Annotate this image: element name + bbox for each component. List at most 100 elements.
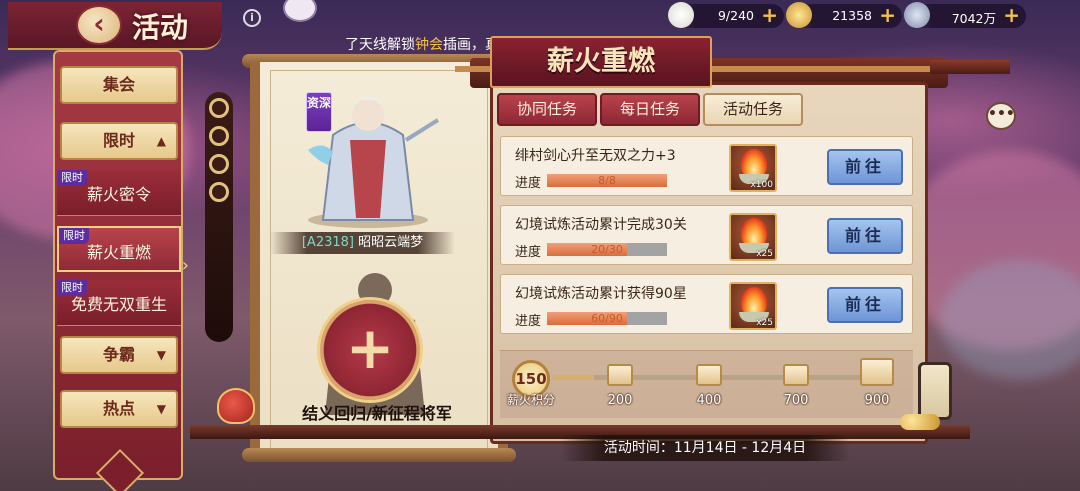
nav-label: 争霸	[102, 345, 135, 364]
task-row: 幻境试炼活动累计获得90星 进度 60/90 x25 前往	[500, 274, 913, 334]
task-row: 绯村剑心升至无双之力+3 进度 8/8 x100 前往	[500, 136, 913, 196]
chevron-down-icon: ▼	[156, 348, 166, 362]
mist-right	[940, 260, 1080, 380]
general-code: [A2318]	[301, 235, 354, 250]
nav-sub-label: 免费无双重生	[70, 295, 167, 314]
milestone-chest-icon[interactable]	[696, 364, 722, 386]
nav-hot[interactable]: 热点 ▼	[60, 390, 178, 428]
reward-item[interactable]: x100	[729, 144, 777, 192]
progress-label: 进度	[515, 176, 542, 191]
coin-ornament-icon	[209, 182, 229, 202]
recruit-plus-button[interactable]: +	[320, 300, 420, 400]
chat-icon[interactable]: •••	[986, 102, 1016, 130]
points-progress-fill	[553, 375, 595, 380]
add-gold-button[interactable]: +	[879, 5, 896, 25]
go-button[interactable]: 前往	[827, 149, 903, 185]
milestone-label: 700	[783, 393, 809, 408]
event-time: 活动时间：11月14日 - 12月4日	[560, 435, 850, 461]
nav-sub-label: 薪火密令	[86, 185, 151, 204]
coin-column-ornament	[205, 92, 233, 342]
progress-label: 进度	[515, 245, 542, 260]
progress-label: 进度	[515, 314, 542, 329]
resource-value: 7042万	[951, 11, 996, 26]
milestone-label: 200	[607, 393, 633, 408]
task-row: 幻境试炼活动累计完成30关 进度 20/30 x25 前往	[500, 205, 913, 265]
milestone-chest-icon[interactable]	[783, 364, 809, 386]
tab-label: 活动任务	[722, 100, 783, 118]
limited-tag: 限时	[57, 280, 87, 296]
add-stamina-button[interactable]: +	[761, 5, 778, 25]
progress-bar: 20/30	[547, 243, 667, 256]
progress-text: 60/90	[591, 312, 623, 325]
info-icon[interactable]: i	[243, 9, 261, 27]
marquee-highlight: 钟会	[415, 37, 443, 53]
chevron-down-icon: ▼	[156, 402, 166, 416]
resource-value: 21358	[832, 8, 872, 23]
coin-ornament-icon	[209, 126, 229, 146]
recruit-label: 结义回归/新征程将军	[302, 404, 452, 423]
lucky-bag-icon[interactable]	[217, 388, 255, 424]
plus-icon: +	[345, 314, 395, 382]
mascot-icon[interactable]	[283, 0, 317, 22]
tab-label: 协同任务	[516, 100, 577, 118]
reward-quantity: x25	[756, 249, 773, 259]
nav-gathering[interactable]: 集会	[60, 66, 178, 104]
tab-label: 每日任务	[619, 100, 680, 118]
roof-ornament	[930, 60, 1010, 74]
progress-bar: 8/8	[547, 174, 667, 187]
milestone-chest-icon[interactable]	[860, 358, 894, 386]
coin-ornament-icon	[209, 98, 229, 118]
sidebar-ornament	[95, 448, 145, 491]
page-title: 活动	[132, 11, 189, 44]
gold-ingot-icon	[786, 2, 812, 28]
add-coins-button[interactable]: +	[1003, 5, 1020, 25]
progress-bar: 60/90	[547, 312, 667, 325]
reward-quantity: x100	[750, 180, 773, 190]
task-title: 幻境试炼活动累计获得90星	[515, 286, 687, 302]
milestone-chest-icon[interactable]	[607, 364, 633, 386]
nav-label: 限时	[102, 131, 135, 150]
points-label: 薪火积分	[506, 393, 555, 407]
progress-text: 20/30	[591, 243, 623, 256]
reward-quantity: x25	[756, 318, 773, 328]
nav-sub-xinhuo-chongran[interactable]: 限时 薪火重燃 ›	[57, 226, 189, 276]
nav-limited[interactable]: 限时 ▲	[60, 122, 178, 160]
nav-sub-xinhuo-miling[interactable]: 限时 薪火密令	[57, 170, 181, 216]
coin-ornament-icon	[209, 154, 229, 174]
resource-stamina: 9/240 +	[668, 2, 784, 28]
limited-tag: 限时	[57, 170, 87, 186]
rice-bun-icon	[668, 2, 694, 28]
game-screen: ‹ 活动 i 了天线解锁钟会插画，真爱满满！ 9/240 + 21358 + 7…	[0, 0, 1080, 491]
resource-gold: 21358 +	[786, 2, 902, 28]
event-title: 薪火重燃	[490, 36, 712, 88]
tab-daily-tasks[interactable]: 每日任务	[600, 93, 700, 126]
tab-event-tasks[interactable]: 活动任务	[703, 93, 803, 126]
reward-item[interactable]: x25	[729, 213, 777, 261]
back-button[interactable]: ‹	[76, 5, 122, 45]
activity-sidebar: 集会 限时 ▲ 限时 薪火密令 限时 薪火重燃 › 限时 免费无双重生 争霸 ▼ 热…	[53, 50, 189, 491]
go-button[interactable]: 前往	[827, 287, 903, 323]
milestone-label: 400	[696, 393, 722, 408]
tab-cooperative-tasks[interactable]: 协同任务	[497, 93, 597, 126]
coin-icon	[904, 2, 930, 28]
nav-label: 集会	[102, 75, 135, 94]
nav-sub-label: 薪火重燃	[86, 243, 151, 262]
lantern-ornament	[918, 362, 952, 420]
chevron-left-icon: ‹	[93, 7, 105, 40]
milestone-label: 900	[864, 393, 890, 408]
task-title: 绯村剑心升至无双之力+3	[515, 148, 676, 164]
scroll-rod-bottom	[242, 448, 516, 462]
limited-tag: 限时	[59, 228, 89, 244]
reward-item[interactable]: x25	[729, 282, 777, 330]
task-title: 幻境试炼活动累计完成30关	[515, 217, 687, 233]
general-name-plate: [A2318] 昭昭云端梦	[270, 232, 455, 254]
nav-contest[interactable]: 争霸 ▼	[60, 336, 178, 374]
coin-pile-ornament	[900, 414, 940, 430]
resource-value: 9/240	[717, 8, 754, 23]
go-button[interactable]: 前往	[827, 218, 903, 254]
nav-label: 热点	[102, 399, 135, 418]
seniority-tag: 资深	[306, 92, 332, 132]
chevron-up-icon: ▲	[156, 134, 166, 148]
progress-text: 8/8	[598, 174, 616, 187]
nav-sub-free-rebirth[interactable]: 限时 免费无双重生	[57, 280, 181, 326]
